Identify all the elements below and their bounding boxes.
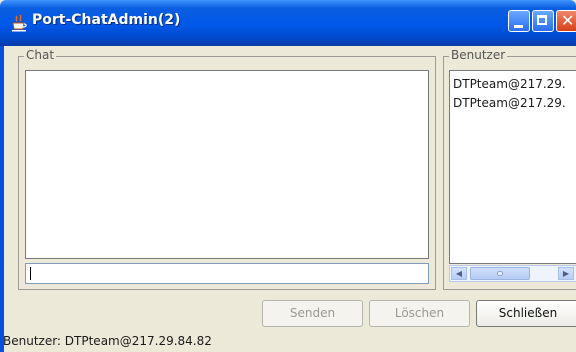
window-title: Port-ChatAdmin(2) <box>32 12 181 28</box>
user-list-item[interactable]: DTPteam@217.29. <box>453 77 566 91</box>
chat-messages-area[interactable] <box>25 70 429 259</box>
user-list-item[interactable]: DTPteam@217.29. <box>453 96 566 110</box>
java-cup-icon <box>12 14 27 32</box>
minimize-icon <box>514 25 523 28</box>
users-list[interactable]: DTPteam@217.29. DTPteam@217.29. <box>449 70 576 264</box>
window-frame-left <box>0 46 4 352</box>
status-text: Benutzer: DTPteam@217.29.84.82 <box>3 334 212 348</box>
close-button[interactable]: Schließen <box>476 300 576 327</box>
text-caret <box>30 267 31 280</box>
close-window-button[interactable]: ✕ <box>556 10 576 32</box>
maximize-button[interactable] <box>532 10 554 32</box>
title-bar[interactable]: Port-ChatAdmin(2) ✕ <box>0 0 576 46</box>
scroll-left-arrow-icon[interactable]: ◀ <box>451 267 467 280</box>
minimize-button[interactable] <box>508 10 530 32</box>
clear-button[interactable]: Löschen <box>369 300 470 327</box>
close-icon: ✕ <box>561 11 575 30</box>
users-group-legend: Benutzer <box>449 48 508 62</box>
send-button[interactable]: Senden <box>262 300 363 327</box>
users-horizontal-scrollbar[interactable]: ◀ ▶ <box>449 265 576 282</box>
scrollbar-thumb[interactable] <box>470 267 530 280</box>
scroll-right-arrow-icon[interactable]: ▶ <box>558 267 574 280</box>
chat-message-input[interactable] <box>25 263 429 284</box>
chat-admin-window: Port-ChatAdmin(2) ✕ Chat Benutzer DTPtea… <box>0 0 576 352</box>
scrollbar-grip-icon <box>497 271 503 276</box>
maximize-icon <box>537 15 547 25</box>
chat-group-legend: Chat <box>24 48 57 62</box>
